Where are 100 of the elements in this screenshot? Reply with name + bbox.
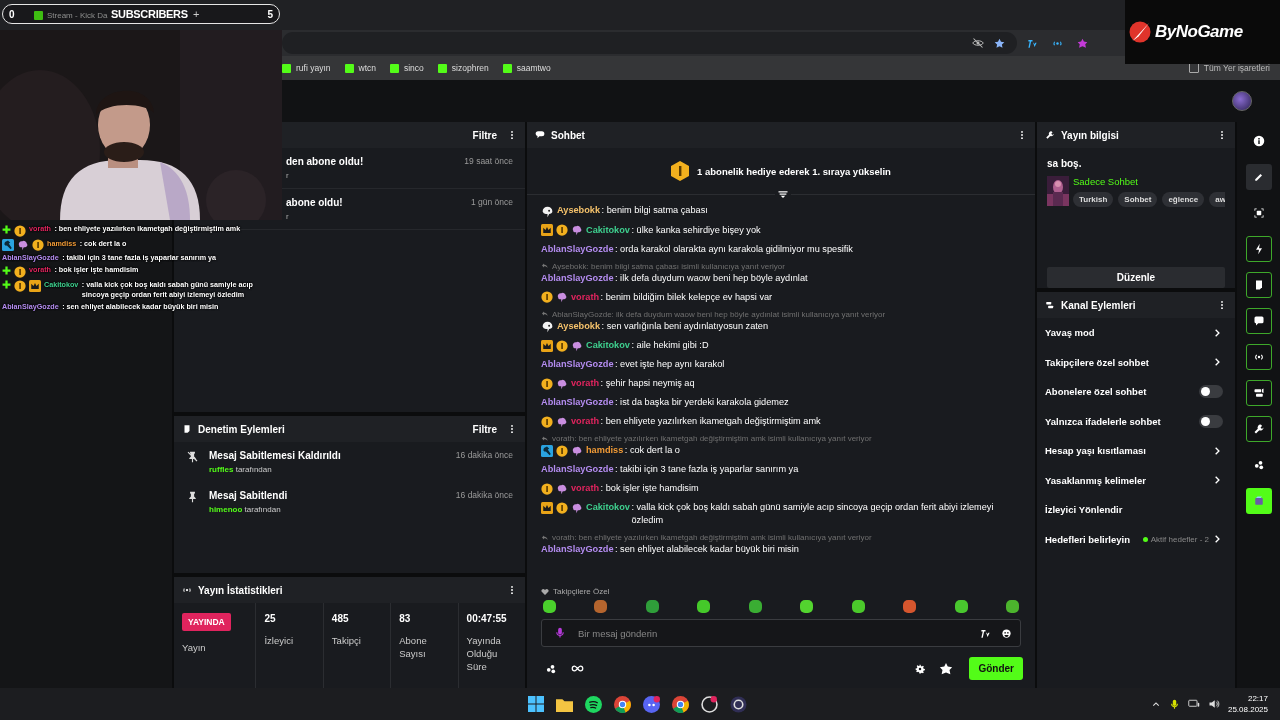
crown-badge-icon (541, 224, 553, 236)
chat-username[interactable]: AblanSlayGozde (541, 543, 614, 556)
stat-label: İzleyici (264, 634, 294, 647)
emote-icon[interactable] (645, 600, 659, 613)
panel-title: Yayın bilgisi (1061, 129, 1119, 141)
chat-username[interactable]: AblanSlayGozde (541, 242, 614, 256)
stat-value: 83 (399, 613, 412, 624)
hexagon-badge-icon (671, 161, 690, 181)
category-link[interactable]: Sadece Sohbet (1073, 176, 1225, 187)
channel-action[interactable]: Hesap yaşı kısıtlaması (1045, 445, 1146, 457)
emoji-icon (1001, 627, 1012, 639)
panel-title: Yayın İstatistikleri (198, 584, 283, 596)
clock-time: 22:17 (1247, 694, 1268, 703)
coin-badge-icon (541, 415, 553, 428)
emote-icon[interactable] (594, 600, 608, 613)
bookmark[interactable]: rufi yayın (282, 63, 331, 73)
star-icon (994, 37, 1005, 49)
bookmark[interactable]: sinco (390, 63, 424, 73)
browser-icon[interactable] (614, 695, 631, 713)
chat-username[interactable]: AblanSlayGozde (541, 271, 614, 285)
sidebar-button[interactable] (1246, 236, 1272, 262)
activity-subtitle: r (286, 212, 290, 221)
channel-action[interactable]: Takipçilere özel sohbet (1045, 356, 1149, 368)
app-icon[interactable] (701, 695, 718, 713)
sidebar-button[interactable] (1246, 164, 1272, 190)
chat-bubble-icon (535, 130, 545, 140)
channel-action[interactable]: Abonelere özel sohbet (1045, 386, 1147, 398)
coin-badge-icon (14, 265, 26, 278)
bookmark[interactable]: sizophren (437, 63, 489, 73)
avatar-icon[interactable] (1232, 91, 1252, 111)
channel-action[interactable]: Yalnızca ifadelerle sohbet (1045, 415, 1161, 427)
chat-username[interactable]: vorath (571, 377, 600, 390)
emote-icon[interactable] (1005, 600, 1019, 613)
tag-chip[interactable]: eğlence (1162, 192, 1205, 207)
filter-button[interactable]: Filtre (468, 421, 501, 437)
edit-button[interactable]: Düzenle (1047, 267, 1225, 288)
sidebar-button[interactable] (1246, 380, 1272, 406)
channel-action[interactable]: Hedefleri belirleyin (1045, 533, 1130, 545)
chat-username[interactable]: vorath (571, 482, 600, 495)
cloud-badge-icon (571, 501, 583, 514)
spotify-icon[interactable] (585, 695, 602, 713)
sidebar-button[interactable] (1246, 416, 1272, 442)
emote-icon[interactable] (697, 600, 711, 613)
emote-icon[interactable] (543, 600, 556, 613)
emote-icon[interactable] (748, 600, 762, 613)
toggle-switch[interactable] (1199, 414, 1223, 428)
sidebar-button[interactable] (1246, 308, 1272, 334)
ghost-badge-icon (541, 204, 554, 218)
tag-chip[interactable]: Turkish (1073, 192, 1114, 207)
chat-username[interactable]: Aysebokk (557, 204, 601, 217)
plus-badge-icon (2, 280, 11, 289)
chat-message-text: : takibi için 3 tane fazla iş yaparlar sanırım ya (615, 463, 800, 476)
channel-action[interactable]: Yavaş mod (1045, 327, 1095, 339)
discord-icon[interactable] (643, 695, 660, 713)
emote-icon[interactable] (851, 600, 865, 613)
chat-message-text: : valla kick çok boş kaldı sabah günü samiyle acıp sincoya geçip ordan ferit abiyi izlemeyi özledim (631, 501, 995, 527)
bookmark[interactable]: wtcn (344, 63, 376, 73)
reply-icon (541, 262, 549, 270)
chat-username[interactable]: AblanSlayGozde (541, 463, 614, 476)
tag-chip[interactable]: Sohbet (1118, 192, 1158, 207)
sidebar-button[interactable] (1246, 272, 1272, 298)
windows-icon[interactable] (528, 696, 544, 712)
obs-icon[interactable] (730, 695, 747, 713)
app-icon (1253, 495, 1265, 507)
clock-date: 25.08.2025 (1227, 705, 1268, 714)
chat-username[interactable]: AblanSlayGozde (541, 358, 614, 371)
chat-username[interactable]: hamdiss (586, 444, 624, 457)
channel-action[interactable]: Yasaklanmış kelimeler (1045, 474, 1146, 486)
message-field[interactable]: Bir mesaj gönderin (541, 619, 1021, 647)
infinity-icon (571, 662, 584, 675)
message-input[interactable]: Bir mesaj gönderin (576, 626, 970, 640)
chat-username[interactable]: Cakitokov (586, 223, 630, 237)
chat-username[interactable]: Cakitokov (586, 339, 630, 352)
eye-slash-icon (972, 37, 984, 49)
reply-icon (541, 434, 549, 443)
chat-username[interactable]: vorath (571, 290, 600, 304)
chat-message-text: : ülke kanka sehirdiye bişey yok (631, 223, 762, 237)
chat-username[interactable]: Aysebokk (557, 319, 601, 333)
chat-message-text: : evet işte hep aynı karakol (615, 358, 726, 371)
channel-action[interactable]: İzleyici Yönlendir (1045, 504, 1123, 516)
emote-icon[interactable] (800, 600, 814, 613)
chat-username[interactable]: vorath (571, 415, 600, 428)
emote-icon[interactable] (903, 600, 917, 613)
chat-username[interactable]: AblanSlayGozde (541, 396, 614, 409)
send-button[interactable]: Gönder (969, 657, 1023, 680)
translate-icon (1027, 37, 1038, 49)
chat-message-text: : ilk defa duydum waow beni hep böyle aydınlat (615, 271, 809, 285)
filter-button[interactable]: Filtre (468, 127, 501, 143)
all-bookmarks[interactable]: Tüm Yer işaretleri (1203, 63, 1270, 73)
emote-icon[interactable] (954, 600, 968, 613)
reply-context: AblanSlayGozde: ilk defa duydum waow beni hep böyle aydınlat isimli kullanıcıya yanıt veriyor (552, 309, 886, 319)
bookmark[interactable]: saamtwo (502, 63, 551, 73)
toggle-switch[interactable] (1199, 385, 1223, 399)
scroll-down-icon (777, 189, 789, 201)
tag-chip[interactable]: aw (1209, 192, 1225, 207)
sidebar-button[interactable] (1246, 344, 1272, 370)
chat-username[interactable]: Cakitokov (586, 501, 630, 514)
stat-label: Takipçi (331, 634, 362, 647)
browser-icon[interactable] (672, 695, 689, 713)
browser-tab[interactable]: Stream - Kick Da (30, 4, 112, 26)
